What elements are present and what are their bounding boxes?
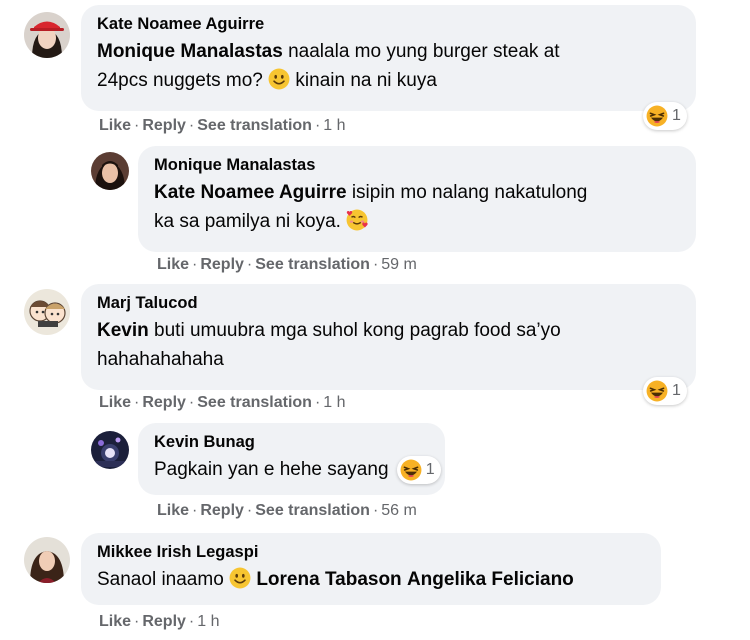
like-link[interactable]: Like xyxy=(157,502,189,519)
reply-link[interactable]: Reply xyxy=(200,502,244,519)
avatar[interactable] xyxy=(24,289,70,335)
separator: · xyxy=(188,394,195,411)
comment-text-part: naalala mo yung burger steak at xyxy=(288,41,560,62)
smiling-face-with-hearts-emoji-icon xyxy=(346,209,368,231)
separator: · xyxy=(314,117,321,134)
avatar[interactable] xyxy=(24,12,70,58)
timestamp[interactable]: 1 h xyxy=(323,394,345,411)
comment-actions: Like · Reply · See translation · 59 m xyxy=(157,256,417,274)
separator: · xyxy=(134,394,140,411)
haha-reaction-icon xyxy=(646,105,668,127)
reaction-count: 1 xyxy=(672,382,681,399)
mention-link[interactable]: Monique Manalastas xyxy=(97,41,283,62)
comment-text-part: Sanaol inaamo xyxy=(97,569,224,590)
reply-link[interactable]: Reply xyxy=(200,256,244,273)
comment-author[interactable]: Kevin Bunag xyxy=(154,432,429,452)
haha-reaction-icon xyxy=(646,380,668,402)
see-translation-link[interactable]: See translation xyxy=(255,502,370,519)
mention-link[interactable]: Angelika Feliciano xyxy=(407,569,574,590)
comment-bubble: Kate Noamee Aguirre Monique Manalastas n… xyxy=(81,5,696,111)
avatar[interactable] xyxy=(24,537,70,583)
separator: · xyxy=(372,502,379,519)
reaction-summary[interactable]: 1 xyxy=(396,455,441,484)
comment-bubble: Monique Manalastas Kate Noamee Aguirre i… xyxy=(138,146,696,252)
mention-link[interactable]: Kate Noamee Aguirre xyxy=(154,182,347,203)
see-translation-link[interactable]: See translation xyxy=(197,394,312,411)
timestamp[interactable]: 1 h xyxy=(197,613,219,630)
comment-text: Pagkain yan e hehe sayang 1 xyxy=(154,455,441,484)
smile-emoji-icon xyxy=(268,68,290,90)
like-link[interactable]: Like xyxy=(99,613,131,630)
timestamp[interactable]: 56 m xyxy=(381,502,417,519)
mention-link[interactable]: Kevin xyxy=(97,320,149,341)
separator: · xyxy=(134,613,140,630)
separator: · xyxy=(314,394,321,411)
comment-text: Kevin buti umuubra mga suhol kong pagrab… xyxy=(97,316,680,374)
comment-text-part: isipin mo nalang nakatulong xyxy=(351,182,588,203)
comment-text-part: 24pcs nuggets mo? xyxy=(97,70,263,91)
comment-bubble: Kevin Bunag Pagkain yan e hehe sayang 1 xyxy=(138,423,445,495)
see-translation-link[interactable]: See translation xyxy=(197,117,312,134)
separator: · xyxy=(188,613,195,630)
reaction-count: 1 xyxy=(425,461,435,479)
comment-actions: Like · Reply · See translation · 56 m xyxy=(157,502,417,520)
reply-link[interactable]: Reply xyxy=(142,394,186,411)
comment-bubble: Marj Talucod Kevin buti umuubra mga suho… xyxy=(81,284,696,390)
like-link[interactable]: Like xyxy=(157,256,189,273)
comment-author[interactable]: Monique Manalastas xyxy=(154,155,680,175)
comment-text: Kate Noamee Aguirre isipin mo nalang nak… xyxy=(154,178,680,236)
reaction-summary[interactable]: 1 xyxy=(643,377,687,405)
see-translation-link[interactable]: See translation xyxy=(255,256,370,273)
comment-actions: Like · Reply · 1 h xyxy=(99,613,220,631)
avatar[interactable] xyxy=(91,431,129,469)
comment-bubble: Mikkee Irish Legaspi Sanaol inaamo Loren… xyxy=(81,533,661,605)
separator: · xyxy=(134,117,140,134)
reply-link[interactable]: Reply xyxy=(142,117,186,134)
haha-reaction-icon xyxy=(400,459,422,481)
separator: · xyxy=(246,256,253,273)
like-link[interactable]: Like xyxy=(99,117,131,134)
comment-text-part: buti umuubra mga suhol kong pagrab food … xyxy=(154,320,561,341)
separator: · xyxy=(246,502,253,519)
comment-text: Sanaol inaamo Lorena Tabason Angelika Fe… xyxy=(97,565,645,594)
timestamp[interactable]: 1 h xyxy=(323,117,345,134)
comment-text-part: ka sa pamilya ni koya. xyxy=(154,211,341,232)
reply-link[interactable]: Reply xyxy=(142,613,186,630)
reaction-count: 1 xyxy=(672,107,681,124)
comment-text-part: Pagkain yan e hehe sayang xyxy=(154,459,389,480)
mention-link[interactable]: Lorena Tabason xyxy=(256,569,401,590)
comment-author[interactable]: Kate Noamee Aguirre xyxy=(97,14,680,34)
like-link[interactable]: Like xyxy=(99,394,131,411)
avatar[interactable] xyxy=(91,152,129,190)
comment-text-part: kinain na ni kuya xyxy=(295,70,437,91)
reaction-summary[interactable]: 1 xyxy=(643,102,687,130)
separator: · xyxy=(372,256,379,273)
separator: · xyxy=(188,117,195,134)
comment-author[interactable]: Mikkee Irish Legaspi xyxy=(97,542,645,562)
separator: · xyxy=(192,502,198,519)
separator: · xyxy=(192,256,198,273)
comment-actions: Like · Reply · See translation · 1 h xyxy=(99,394,346,412)
comment-actions: Like · Reply · See translation · 1 h xyxy=(99,117,346,135)
comment-text-part: hahahahahaha xyxy=(97,349,224,370)
comment-text: Monique Manalastas naalala mo yung burge… xyxy=(97,37,680,95)
timestamp[interactable]: 59 m xyxy=(381,256,417,273)
comment-author[interactable]: Marj Talucod xyxy=(97,293,680,313)
smile-emoji-icon xyxy=(229,567,251,589)
